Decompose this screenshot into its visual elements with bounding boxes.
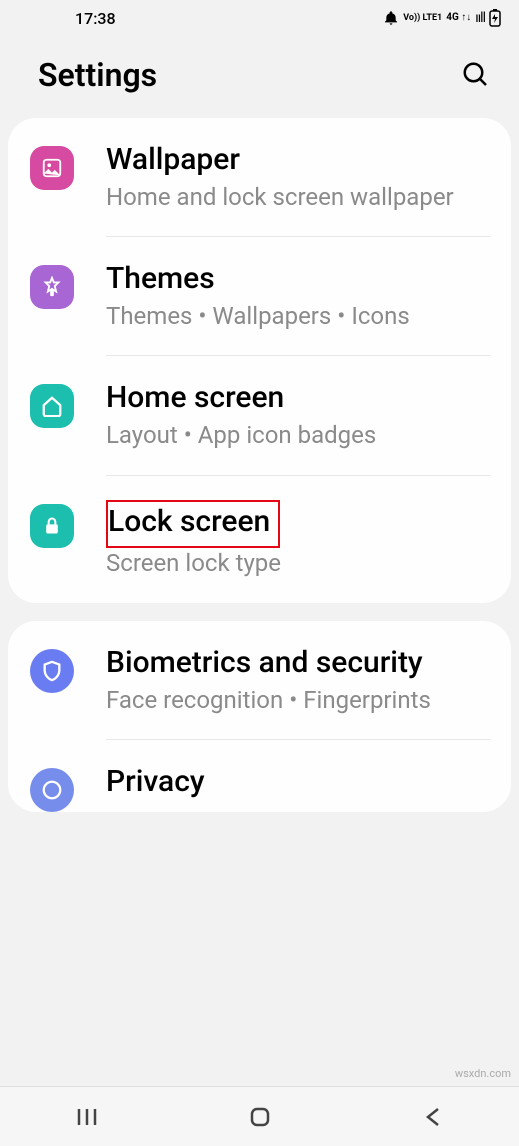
setting-subtitle: Screen lock type <box>106 548 491 579</box>
setting-title: Lock screen <box>108 504 270 540</box>
recents-button[interactable] <box>73 1103 101 1131</box>
setting-title: Biometrics and security <box>106 645 491 681</box>
home-icon <box>30 384 74 428</box>
setting-subtitle: Themes • Wallpapers • Icons <box>106 301 491 332</box>
highlight-box: Lock screen <box>106 500 280 548</box>
setting-subtitle: Face recognition • Fingerprints <box>106 685 491 716</box>
status-time: 17:38 <box>75 9 116 28</box>
setting-lock-screen[interactable]: Lock screen Screen lock type <box>8 476 511 603</box>
page-title: Settings <box>38 56 157 94</box>
setting-title: Privacy <box>106 764 491 800</box>
setting-themes[interactable]: Themes Themes • Wallpapers • Icons <box>8 237 511 356</box>
privacy-icon <box>30 768 74 812</box>
setting-subtitle: Layout • App icon badges <box>106 420 491 451</box>
status-icons: Vo)) LTE1 4G ↑↓ ııll <box>383 9 501 27</box>
wallpaper-icon <box>30 146 74 190</box>
status-bar: 17:38 Vo)) LTE1 4G ↑↓ ııll <box>0 0 519 36</box>
signal-icon: ııll <box>475 10 485 26</box>
settings-group-2: Biometrics and security Face recognition… <box>8 621 511 812</box>
settings-header: Settings <box>0 36 519 114</box>
settings-group-1: Wallpaper Home and lock screen wallpaper… <box>8 118 511 603</box>
setting-privacy[interactable]: Privacy <box>8 740 511 812</box>
setting-title: Wallpaper <box>106 142 491 178</box>
alarm-icon <box>383 10 399 26</box>
setting-biometrics[interactable]: Biometrics and security Face recognition… <box>8 621 511 740</box>
themes-icon <box>30 265 74 309</box>
search-button[interactable] <box>461 60 491 90</box>
lock-icon <box>30 504 74 548</box>
volte-icon: Vo)) LTE1 <box>403 14 442 23</box>
home-button[interactable] <box>246 1103 274 1131</box>
shield-icon <box>30 649 74 693</box>
setting-subtitle: Home and lock screen wallpaper <box>106 182 491 213</box>
watermark: wsxdn.com <box>455 1067 511 1080</box>
back-button[interactable] <box>419 1103 447 1131</box>
network-icon: 4G ↑↓ <box>446 13 471 23</box>
battery-icon <box>489 9 501 27</box>
setting-wallpaper[interactable]: Wallpaper Home and lock screen wallpaper <box>8 118 511 237</box>
setting-title: Home screen <box>106 380 491 416</box>
navigation-bar <box>0 1086 519 1146</box>
search-icon <box>461 60 491 90</box>
setting-home-screen[interactable]: Home screen Layout • App icon badges <box>8 356 511 475</box>
setting-title: Themes <box>106 261 491 297</box>
